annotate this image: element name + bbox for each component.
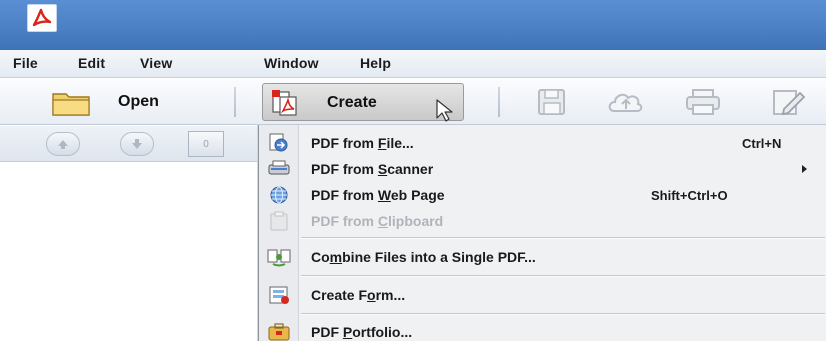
menu-separator: [301, 237, 825, 239]
menu-separator: [301, 313, 825, 315]
create-dropdown-menu: PDF from File... Ctrl+N PDF from Scanner…: [258, 125, 826, 341]
submenu-arrow-icon: [802, 165, 807, 173]
toolbar: Open Create: [0, 79, 826, 125]
menu-item-create-form[interactable]: Create Form...: [259, 282, 826, 308]
toolbar-separator: [234, 87, 236, 117]
menu-item-label: PDF from Clipboard: [311, 213, 444, 229]
down-arrow-icon[interactable]: [120, 132, 154, 156]
open-button[interactable]: Open: [20, 83, 215, 121]
menu-item-pdf-from-clipboard: PDF from Clipboard: [259, 208, 826, 234]
menu-item-pdf-portfolio[interactable]: PDF Portfolio...: [259, 319, 826, 341]
up-arrow-icon[interactable]: [46, 132, 80, 156]
create-label: Create: [327, 94, 377, 111]
menu-item-label: Combine Files into a Single PDF...: [311, 249, 536, 265]
edit-icon[interactable]: [768, 87, 806, 117]
menu-item-label: PDF Portfolio...: [311, 324, 413, 340]
page-navigation-bar: 0: [0, 126, 262, 162]
menu-item-pdf-from-web-page[interactable]: PDF from Web Page Shift+Ctrl+O: [259, 182, 826, 208]
menu-item-shortcut: Ctrl+N: [742, 135, 782, 151]
clipboard-icon: [267, 211, 291, 231]
left-panel: 0: [0, 126, 262, 341]
toolbar-separator: [498, 87, 500, 117]
menu-file[interactable]: File: [13, 55, 38, 71]
menu-item-label: PDF from Scanner: [311, 161, 434, 177]
save-icon[interactable]: [535, 87, 569, 117]
title-bar: [0, 0, 826, 50]
combine-files-icon: [267, 247, 291, 267]
web-page-icon: [267, 185, 291, 205]
menu-window[interactable]: Window: [264, 55, 319, 71]
menu-view[interactable]: View: [140, 55, 172, 71]
menu-item-combine-files[interactable]: Combine Files into a Single PDF...: [259, 244, 826, 270]
menu-item-label: PDF from File...: [311, 135, 414, 151]
menu-item-label: PDF from Web Page: [311, 187, 445, 203]
menu-separator: [301, 275, 825, 277]
print-icon[interactable]: [683, 87, 720, 117]
acrobat-logo-icon[interactable]: [27, 4, 57, 32]
cloud-upload-icon[interactable]: [606, 87, 643, 117]
folder-icon: [52, 90, 92, 121]
open-label: Open: [118, 93, 159, 110]
menu-edit[interactable]: Edit: [78, 55, 105, 71]
menu-item-label: Create Form...: [311, 287, 406, 303]
menu-item-pdf-from-scanner[interactable]: PDF from Scanner: [259, 156, 826, 182]
page-number-box[interactable]: 0: [188, 131, 224, 157]
scanner-icon: [267, 159, 291, 179]
create-form-icon: [267, 285, 291, 305]
portfolio-icon: [267, 322, 291, 341]
mouse-cursor-icon: [435, 98, 457, 127]
create-pdf-icon: [271, 89, 301, 122]
menu-item-pdf-from-file[interactable]: PDF from File... Ctrl+N: [259, 130, 826, 156]
pdf-from-file-icon: [267, 133, 291, 153]
create-button[interactable]: Create: [262, 83, 464, 122]
menu-item-shortcut: Shift+Ctrl+O: [651, 187, 728, 203]
menu-bar: File Edit View Window Help: [0, 50, 826, 78]
menu-help[interactable]: Help: [360, 55, 391, 71]
